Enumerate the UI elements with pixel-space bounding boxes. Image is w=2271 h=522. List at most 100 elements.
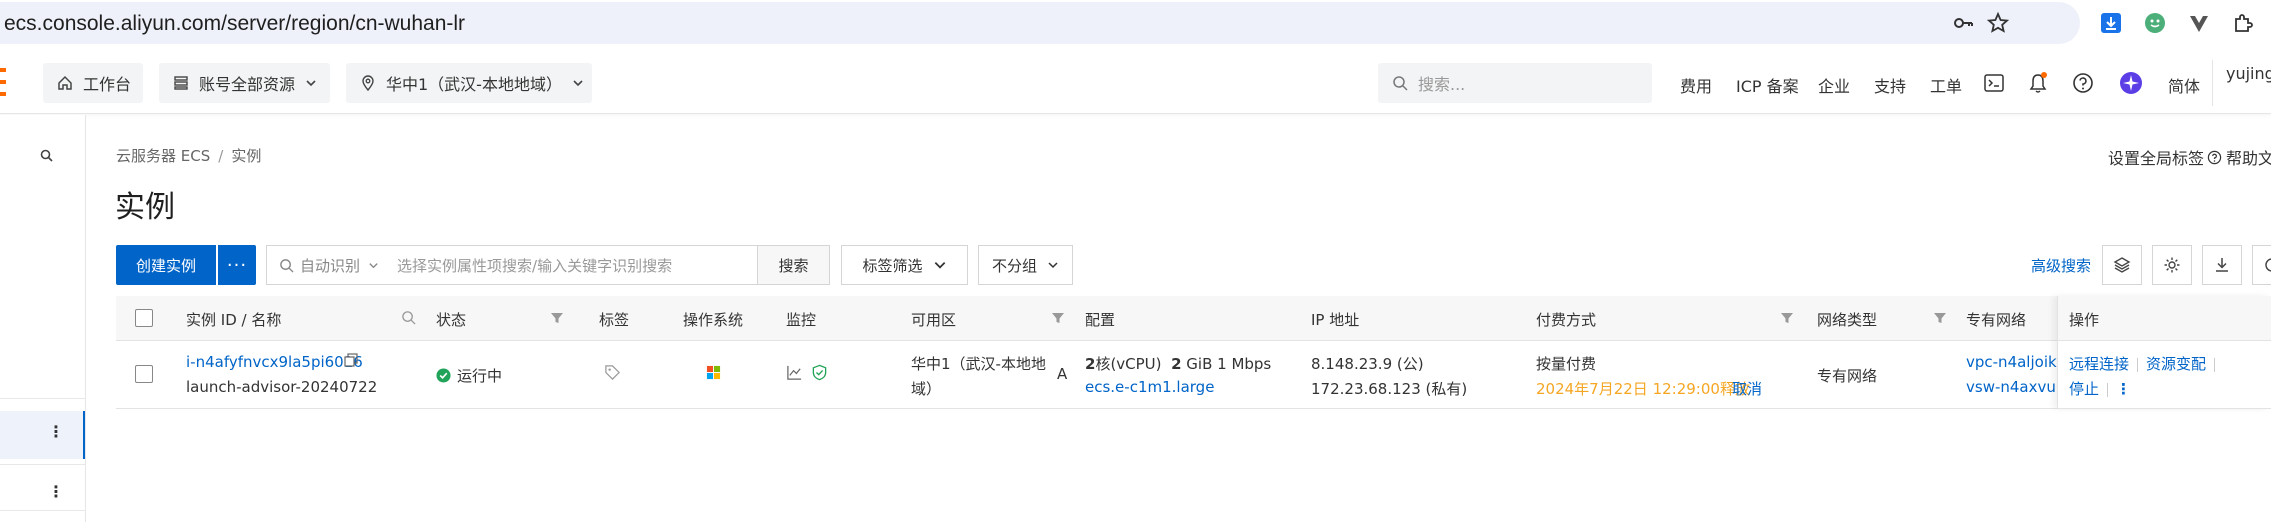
- instance-filter-input[interactable]: 自动识别 选择实例属性项搜索/输入关键字识别搜索: [266, 245, 758, 285]
- filter-icon[interactable]: [1051, 310, 1065, 329]
- aliyun-logo-icon[interactable]: [0, 66, 10, 98]
- network-type: 专有网络: [1817, 367, 1878, 385]
- tag-icon[interactable]: [604, 364, 621, 385]
- help-doc-link[interactable]: 帮助文: [2207, 145, 2271, 169]
- filter-icon[interactable]: [1780, 310, 1794, 329]
- url-text[interactable]: ecs.console.aliyun.com/server/region/cn-…: [4, 12, 465, 36]
- console-top-nav: 工作台 账号全部资源 华中1（武汉-本地地域） 搜索... 费用 ICP 备案 …: [0, 52, 2271, 114]
- instance-type-link[interactable]: ecs.e-c1m1.large: [1085, 378, 1214, 396]
- sidebar-item-instances[interactable]: [0, 411, 85, 459]
- set-global-tag-link[interactable]: 设置全局标签: [2108, 145, 2204, 169]
- windows-icon: [706, 365, 721, 384]
- billing-method: 按量付费: [1536, 355, 1597, 373]
- divider: [2107, 382, 2109, 397]
- resource-group-label: 账号全部资源: [199, 75, 296, 94]
- global-search-input[interactable]: 搜索...: [1378, 63, 1652, 103]
- address-bar[interactable]: s ecs.console.aliyun.com/server/region/c…: [0, 2, 2080, 44]
- more-ops-icon[interactable]: ⋮: [2116, 380, 2131, 398]
- col-billing: 付费方式: [1536, 311, 1597, 329]
- col-config: 配置: [1085, 311, 1116, 329]
- search-icon[interactable]: [401, 310, 416, 329]
- divider: [2212, 60, 2213, 106]
- nav-link-billing[interactable]: 费用: [1680, 73, 1712, 97]
- col-ip: IP 地址: [1311, 311, 1360, 329]
- operations-column: 操作 远程连接 资源变配 停止 ⋮: [2057, 296, 2271, 409]
- nav-link-ticket[interactable]: 工单: [1930, 73, 1962, 97]
- public-ip: 8.148.23.9 (公): [1311, 355, 1424, 373]
- resource-group-selector[interactable]: 账号全部资源: [159, 63, 330, 103]
- filter-icon[interactable]: [550, 310, 564, 329]
- divider: [0, 464, 86, 465]
- ai-assistant-icon[interactable]: [2118, 70, 2144, 96]
- search-icon: [279, 258, 294, 273]
- tag-filter-button[interactable]: 标签筛选: [841, 245, 968, 285]
- zone-suffix: A: [1057, 365, 1068, 383]
- monitor-chart-icon[interactable]: [786, 364, 803, 385]
- extension-icon[interactable]: [2142, 10, 2168, 36]
- download-icon: [2216, 258, 2228, 272]
- language-switch[interactable]: 简体: [2168, 73, 2200, 97]
- col-vpc: 专有网络: [1966, 311, 2027, 329]
- more-icon[interactable]: ⋮: [48, 422, 64, 441]
- refresh-button[interactable]: [2252, 245, 2271, 285]
- help-icon[interactable]: [2070, 70, 2096, 96]
- breadcrumb-ecs[interactable]: 云服务器 ECS: [116, 147, 210, 165]
- nav-link-icp[interactable]: ICP 备案: [1736, 73, 1799, 97]
- more-icon[interactable]: ⋮: [48, 482, 64, 501]
- create-instance-button[interactable]: 创建实例: [116, 245, 216, 285]
- cpu-unit: 核(vCPU): [1095, 355, 1162, 373]
- workbench-button[interactable]: 工作台: [43, 63, 143, 103]
- remote-connect-link[interactable]: 远程连接: [2069, 355, 2129, 373]
- mem-count: 2: [1171, 355, 1182, 373]
- more-actions-button[interactable]: ···: [218, 245, 256, 285]
- stop-link[interactable]: 停止: [2069, 380, 2099, 398]
- search-icon[interactable]: [40, 147, 53, 166]
- star-icon[interactable]: [1985, 10, 2011, 36]
- settings-button[interactable]: [2152, 245, 2192, 285]
- config-spec: 2核(vCPU) 2 GiB 1 Mbps: [1085, 353, 1271, 374]
- bell-icon[interactable]: [2025, 70, 2051, 96]
- advanced-search-link[interactable]: 高级搜索: [2031, 255, 2091, 276]
- cpu-count: 2: [1085, 355, 1096, 373]
- region-selector[interactable]: 华中1（武汉-本地地域）: [346, 63, 592, 103]
- auto-detect-dropdown[interactable]: 自动识别: [300, 255, 360, 276]
- instance-name: launch-advisor-20240722: [186, 378, 378, 396]
- filter-placeholder: 选择实例属性项搜索/输入关键字识别搜索: [397, 256, 673, 275]
- ops-line-1: 远程连接 资源变配: [2069, 353, 2223, 374]
- breadcrumb-current: 实例: [231, 147, 262, 165]
- change-config-link[interactable]: 资源变配: [2146, 355, 2206, 373]
- col-status: 状态: [436, 311, 467, 329]
- nav-link-support[interactable]: 支持: [1874, 73, 1906, 97]
- shield-check-icon[interactable]: [811, 364, 828, 385]
- divider: [2137, 357, 2139, 372]
- puzzle-icon[interactable]: [2230, 10, 2256, 36]
- divider: [0, 398, 86, 399]
- search-button[interactable]: 搜索: [757, 245, 830, 285]
- copy-icon[interactable]: [344, 353, 358, 371]
- layers-icon: [2113, 257, 2131, 273]
- vpn-icon[interactable]: [2186, 10, 2212, 36]
- row-checkbox[interactable]: [135, 365, 153, 383]
- cancel-release-link[interactable]: 取消: [1732, 378, 1762, 399]
- filter-icon[interactable]: [1933, 310, 1947, 329]
- terminal-icon[interactable]: [1981, 70, 2007, 96]
- layers-button[interactable]: [2102, 245, 2142, 285]
- user-account[interactable]: yujingb: [2226, 64, 2271, 83]
- instance-id-link[interactable]: i-n4afyfnvcx9la5pi6016: [186, 353, 363, 371]
- export-button[interactable]: [2202, 245, 2242, 285]
- chevron-down-icon: [305, 77, 317, 89]
- select-all-checkbox[interactable]: [135, 309, 153, 327]
- private-ip: 172.23.68.123 (私有): [1311, 380, 1468, 398]
- status-text: 运行中: [457, 367, 503, 385]
- operations-header: 操作: [2058, 296, 2271, 341]
- key-icon[interactable]: [1950, 10, 1976, 36]
- group-by-button[interactable]: 不分组: [978, 245, 1073, 285]
- tag-filter-label: 标签筛选: [862, 256, 923, 275]
- col-id-name: 实例 ID / 名称: [186, 311, 282, 329]
- col-monitor: 监控: [786, 311, 817, 329]
- breadcrumb: 云服务器 ECS / 实例: [116, 145, 261, 166]
- nav-link-enterprise[interactable]: 企业: [1818, 73, 1850, 97]
- search-placeholder: 搜索...: [1418, 75, 1466, 94]
- table-row: i-n4afyfnvcx9la5pi6016 launch-advisor-20…: [116, 341, 2271, 409]
- download-icon[interactable]: [2098, 10, 2124, 36]
